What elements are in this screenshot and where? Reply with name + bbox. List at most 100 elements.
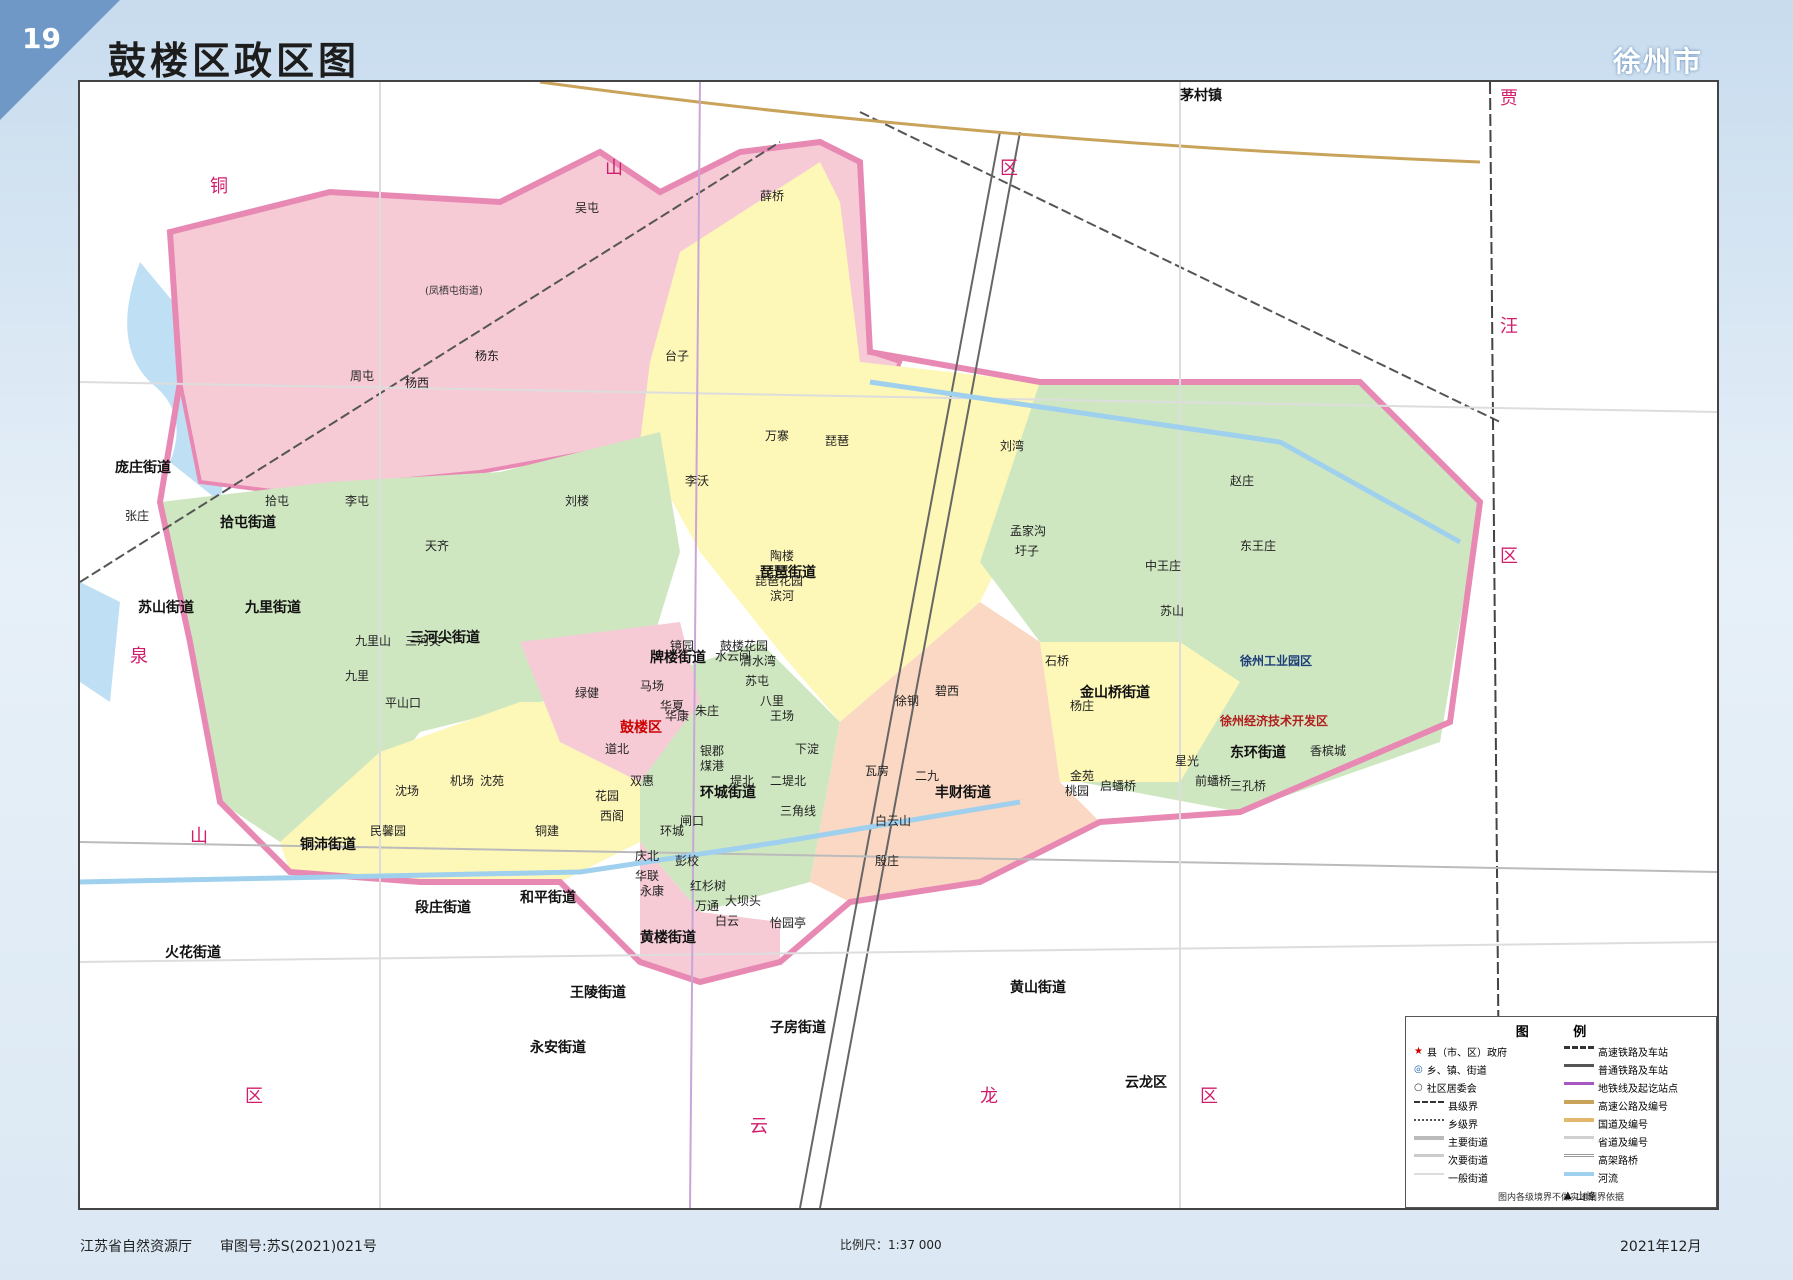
- legend-county-gov: ★ 县（市、区）政府: [1414, 1046, 1507, 1059]
- village-label: 二九: [915, 769, 940, 783]
- village-label: 民馨园: [370, 824, 407, 838]
- outer-tongshan-3: 区: [1000, 158, 1018, 179]
- village-label: 彭校: [675, 854, 700, 868]
- outer-yunlong-2: 龙: [980, 1086, 998, 1107]
- legend-grid: ★ 县（市、区）政府 高速铁路及车站 ◎ 乡、镇、街道 普通铁路及车站 ○ 社区居委会…: [1406, 1040, 1716, 1207]
- label-fenghuang: (凤栖屯街道): [425, 286, 483, 297]
- outer-jiawang-2: 汪: [1500, 316, 1518, 337]
- legend-provincial-road: 省道及编号: [1564, 1134, 1708, 1149]
- legend-normal-rail: 普通铁路及车站: [1564, 1062, 1708, 1077]
- legend-elevated-road: 高架路桥: [1564, 1152, 1708, 1167]
- legend-secondary-street: 次要街道: [1414, 1152, 1558, 1167]
- village-label: 薛桥: [760, 189, 785, 203]
- label-maocun: 茅村镇: [1180, 88, 1222, 104]
- village-label: 周屯: [350, 369, 375, 383]
- village-label: 圩子: [1015, 544, 1040, 558]
- village-label: 前蟠桥: [1195, 774, 1232, 788]
- village-label: 花园: [595, 789, 620, 803]
- page-frame: 19 鼓楼区政区图 徐州市 铜 山 区 贾 汪 区 泉 山 区 云 龙 区 牌楼…: [0, 0, 1793, 1280]
- village-label: 东王庄: [1240, 539, 1277, 553]
- outer-jiawang-3: 区: [1500, 546, 1518, 567]
- legend-town-border: 乡级界: [1414, 1116, 1558, 1131]
- outer-yunlong-1: 云: [750, 1116, 768, 1137]
- village-label: 永康: [640, 884, 665, 898]
- label-huanglou: 黄楼街道: [640, 930, 696, 946]
- label-tongpei: 铜沛街道: [300, 837, 356, 853]
- label-zifang: 子房街道: [770, 1020, 826, 1036]
- village-label: 王场: [770, 709, 795, 723]
- village-label: 苏山: [1160, 604, 1185, 618]
- label-jiuli: 九里街道: [245, 600, 301, 616]
- village-label: 道北: [605, 742, 630, 756]
- village-label: 石桥: [1045, 654, 1070, 668]
- label-gongye: 徐州工业园区: [1240, 654, 1313, 668]
- village-label: 怡园亭: [770, 916, 807, 930]
- village-label: 白云山: [875, 814, 912, 828]
- village-label: 刘湾: [1000, 439, 1025, 453]
- city-label: 徐州市: [1612, 45, 1703, 78]
- label-duanzhuang: 段庄街道: [415, 900, 471, 916]
- legend-main-street: 主要街道: [1414, 1134, 1558, 1149]
- village-label: 马场: [640, 679, 665, 693]
- village-label: 九里山: [355, 634, 392, 648]
- outer-tongshan-2: 山: [605, 158, 623, 179]
- village-label: 堤北: [730, 774, 755, 788]
- village-label: 拾屯: [265, 494, 290, 508]
- label-pangzhuang: 庞庄街道: [115, 460, 171, 476]
- legend-river: 河流: [1564, 1170, 1708, 1185]
- map-legend: 图 例 ★ 县（市、区）政府 高速铁路及车站 ◎ 乡、镇、街道 普通铁路及车站 ○ 社…: [1405, 1016, 1717, 1208]
- legend-metro: 地铁线及起讫站点: [1564, 1080, 1708, 1095]
- village-label: 桃园: [1065, 784, 1090, 798]
- village-label: 三河尖: [405, 634, 442, 648]
- map-canvas[interactable]: 铜 山 区 贾 汪 区 泉 山 区 云 龙 区 牌楼街道 琵琶街道 环城街道 丰…: [78, 80, 1719, 1210]
- village-label: 滨河: [770, 589, 795, 603]
- label-heping: 和平街道: [520, 890, 576, 906]
- label-kaifa: 徐州经济技术开发区: [1220, 714, 1329, 728]
- village-label: 下淀: [795, 742, 820, 756]
- label-yongan: 永安街道: [530, 1040, 586, 1056]
- village-label: 环城: [660, 824, 685, 838]
- village-label: 二堤北: [770, 774, 807, 788]
- page-number: 19: [22, 22, 61, 55]
- village-label: 星光: [1175, 754, 1200, 768]
- outer-yunlong-3: 区: [1200, 1086, 1218, 1107]
- village-label: 陶楼: [770, 549, 795, 563]
- label-shitun: 拾屯街道: [220, 515, 276, 531]
- legend-note: 图内各级境界不做实地划界依据: [1497, 1193, 1624, 1203]
- village-label: 沈苑: [480, 774, 505, 788]
- footer-scale: 比例尺：1:37 000: [840, 1238, 942, 1252]
- map-title: 鼓楼区政区图: [108, 38, 361, 83]
- outer-jiawang-1: 贾: [1500, 88, 1518, 109]
- village-label: 杨东: [475, 349, 500, 363]
- village-label: 九里: [345, 669, 370, 683]
- label-dongzhuan: 东环街道: [1230, 745, 1286, 761]
- outer-quanshan-3: 区: [245, 1086, 263, 1107]
- village-label: 煤港: [700, 759, 725, 773]
- village-label: 镜园: [670, 639, 695, 653]
- legend-high-rail: 高速铁路及车站: [1564, 1044, 1708, 1059]
- village-label: 杨西: [405, 376, 430, 390]
- label-huangshan: 黄山街道: [1010, 980, 1066, 996]
- outer-quanshan-2: 山: [190, 826, 208, 847]
- village-label: 李屯: [345, 494, 370, 508]
- village-label: 红杉树: [690, 879, 727, 893]
- village-label: 孟家沟: [1010, 524, 1047, 538]
- village-label: 赵庄: [1230, 474, 1255, 488]
- village-label: 朱庄: [695, 704, 720, 718]
- village-label: 琵琶: [825, 434, 850, 448]
- legend-town: ◎ 乡、镇、街道: [1414, 1064, 1487, 1077]
- village-label: 清水湾: [740, 654, 777, 668]
- village-label: 机场: [450, 774, 475, 788]
- village-label: 大坝头: [725, 894, 762, 908]
- legend-community: ○ 社区居委会: [1414, 1082, 1477, 1095]
- village-label: 琵琶花园: [755, 574, 804, 588]
- village-label: 庆北: [635, 849, 660, 863]
- village-label: 天齐: [425, 539, 450, 553]
- outer-quanshan-1: 泉: [130, 646, 148, 667]
- village-label: 碧西: [935, 684, 960, 698]
- legend-expressway: 高速公路及编号: [1564, 1098, 1708, 1113]
- village-label: 苏屯: [745, 674, 770, 688]
- village-label: 绿健: [575, 686, 600, 700]
- outer-tongshan-1: 铜: [210, 176, 228, 197]
- village-label: 西阁: [600, 809, 625, 823]
